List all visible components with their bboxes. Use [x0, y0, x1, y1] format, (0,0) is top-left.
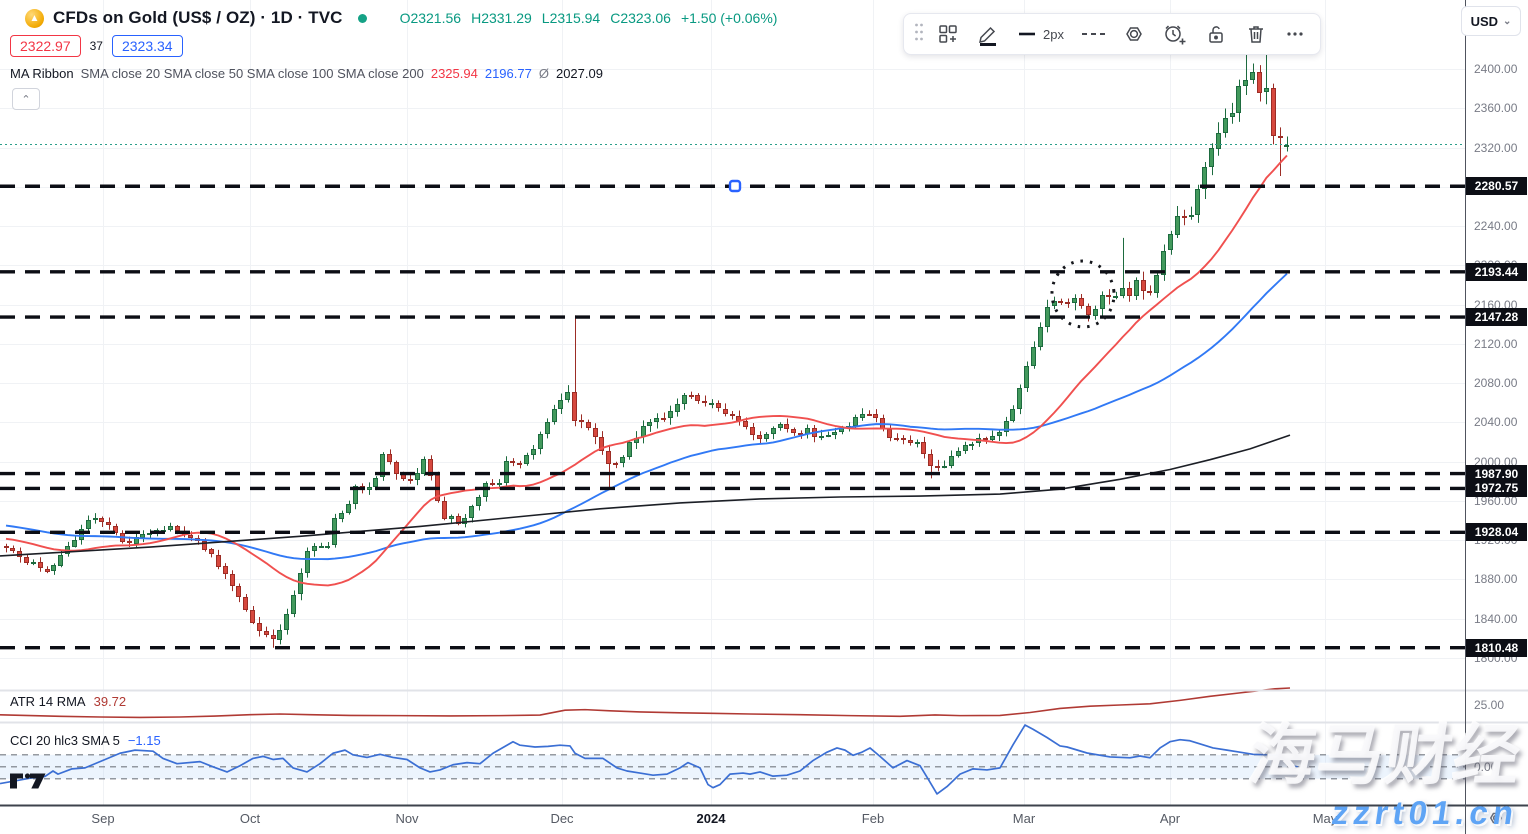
pencil-icon [976, 22, 1000, 46]
level-price-label: 1928.04 [1466, 523, 1527, 541]
symbol-legend: ▲ CFDs on Gold (US$ / OZ) · 1D · TVC O23… [25, 8, 777, 28]
cci-title: CCI 20 hlc3 SMA 5 [10, 733, 120, 748]
gear-icon [1122, 22, 1146, 46]
spread-value: 37 [90, 39, 103, 53]
chevron-down-icon: ⌄ [1503, 16, 1511, 27]
price-axis-tick: 2120.00 [1474, 337, 1517, 351]
chevron-up-icon: ⌃ [21, 93, 30, 106]
unlock-icon [1204, 22, 1228, 46]
price-axis-tick: 2080.00 [1474, 376, 1517, 390]
sell-price-button[interactable]: 2322.97 [10, 35, 81, 57]
timezone-settings-button[interactable] [1487, 809, 1505, 832]
ohlc-high: H2331.29 [471, 10, 532, 26]
ma-ribbon-legend: MA Ribbon SMA close 20 SMA close 50 SMA … [10, 66, 603, 81]
time-axis-label: Nov [395, 811, 418, 826]
line-width-value: 2px [1043, 27, 1064, 42]
line-style-button[interactable] [1074, 19, 1112, 49]
more-button[interactable] [1278, 19, 1312, 49]
currency-dropdown[interactable]: USD ⌄ [1461, 6, 1521, 36]
lock-button[interactable] [1198, 19, 1234, 49]
collapse-legend-button[interactable]: ⌃ [12, 88, 40, 110]
drawing-toolbar: 2px [903, 13, 1321, 55]
trash-icon [1244, 22, 1268, 46]
time-axis-label: Apr [1160, 811, 1180, 826]
template-grid-plus-icon [936, 22, 960, 46]
sma50-value: 2196.77 [485, 66, 532, 81]
add-alert-button[interactable] [1156, 19, 1194, 49]
atr-value: 39.72 [94, 694, 127, 709]
settings-button[interactable] [1116, 19, 1152, 49]
price-axis-tick: 2240.00 [1474, 219, 1517, 233]
ellipsis-icon [1284, 22, 1306, 46]
alert-clock-plus-icon [1162, 22, 1188, 46]
line-width-button[interactable]: 2px [1010, 19, 1070, 49]
time-axis-label: 2024 [697, 811, 726, 826]
color-button[interactable] [970, 19, 1006, 49]
price-axis-tick: 2360.00 [1474, 101, 1517, 115]
ohlc-low: L2315.94 [542, 10, 600, 26]
price-axis-tick: 1840.00 [1474, 612, 1517, 626]
drag-dots-icon [914, 21, 924, 43]
market-open-dot-icon [358, 14, 367, 23]
tradingview-app: ▲ CFDs on Gold (US$ / OZ) · 1D · TVC O23… [0, 0, 1528, 834]
level-price-label: 2193.44 [1466, 263, 1527, 281]
ma-ribbon-params: SMA close 20 SMA close 50 SMA close 100 … [81, 66, 424, 81]
time-axis-label: May [1313, 811, 1338, 826]
cci-value: −1.15 [128, 733, 161, 748]
cci-pane-legend: CCI 20 hlc3 SMA 5 −1.15 [10, 733, 161, 748]
symbol-title: CFDs on Gold (US$ / OZ) · 1D · TVC [53, 8, 343, 28]
ohlc-change: +1.50 (+0.06%) [681, 10, 778, 26]
level-price-label: 2147.28 [1466, 308, 1527, 326]
cci-axis-tick: 0.00 [1474, 760, 1497, 774]
price-axis-tick: 1880.00 [1474, 572, 1517, 586]
ohlc-values: O2321.56 H2331.29 L2315.94 C2323.06 +1.5… [400, 10, 778, 26]
atr-pane-legend: ATR 14 RMA 39.72 [10, 694, 126, 709]
price-axis-tick: 2320.00 [1474, 141, 1517, 155]
ohlc-close: C2323.06 [610, 10, 671, 26]
delete-button[interactable] [1238, 19, 1274, 49]
ma-ribbon-title: MA Ribbon [10, 66, 74, 81]
atr-axis-tick: 25.00 [1474, 698, 1504, 712]
dashed-line-icon [1080, 22, 1106, 46]
gear-icon [1487, 809, 1505, 827]
tradingview-logo[interactable] [10, 772, 46, 795]
atr-title: ATR 14 RMA [10, 694, 86, 709]
toolbar-drag-handle[interactable] [912, 18, 926, 51]
tradingview-logo-icon [10, 772, 46, 790]
line-width-icon [1016, 22, 1038, 46]
price-axis-tick: 2040.00 [1474, 415, 1517, 429]
currency-value: USD [1471, 14, 1498, 29]
time-axis-label: Oct [240, 811, 260, 826]
bid-ask-row: 2322.97 37 2323.34 [10, 35, 183, 57]
sma100-value: Ø [539, 66, 549, 81]
time-axis-label: Sep [91, 811, 114, 826]
sma200-value: 2027.09 [556, 66, 603, 81]
gold-coin-icon: ▲ [25, 9, 44, 28]
time-axis-label: Mar [1013, 811, 1035, 826]
buy-price-button[interactable]: 2323.34 [112, 35, 183, 57]
level-price-label: 2280.57 [1466, 177, 1527, 195]
level-price-label: 1972.75 [1466, 479, 1527, 497]
level-price-label: 1810.48 [1466, 639, 1527, 657]
ohlc-open: O2321.56 [400, 10, 462, 26]
chart-canvas[interactable] [0, 0, 1528, 834]
sma20-value: 2325.94 [431, 66, 478, 81]
templates-button[interactable] [930, 19, 966, 49]
time-axis-label: Dec [550, 811, 573, 826]
time-axis-label: Feb [862, 811, 884, 826]
price-axis-tick: 2400.00 [1474, 62, 1517, 76]
